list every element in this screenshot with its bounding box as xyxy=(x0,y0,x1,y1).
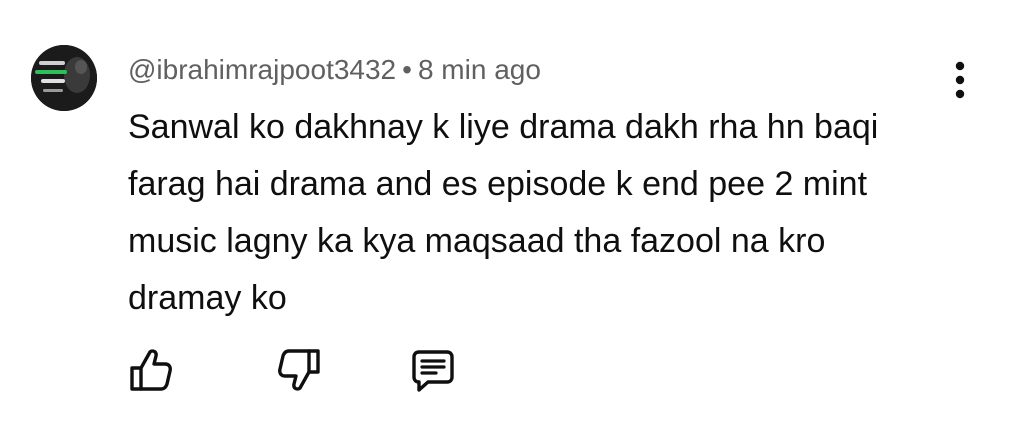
more-vertical-icon xyxy=(955,61,965,99)
like-button[interactable] xyxy=(128,346,174,394)
reply-comment-icon xyxy=(412,350,454,392)
comment-item: @ibrahimrajpoot3432 • 8 min ago Sanwal ko … xyxy=(0,0,1024,423)
avatar-image xyxy=(31,45,97,111)
thumbs-up-icon xyxy=(130,349,172,391)
reply-button[interactable] xyxy=(410,346,456,394)
author-name[interactable]: @ibrahimrajpoot3432 xyxy=(128,54,396,85)
comment-text: Sanwal ko dakhnay k liye drama dakh rha … xyxy=(128,108,879,317)
avatar[interactable] xyxy=(31,45,97,111)
more-options-button[interactable] xyxy=(942,58,978,102)
dislike-button[interactable] xyxy=(276,346,322,394)
meta-separator: • xyxy=(402,54,412,85)
thumbs-down-icon xyxy=(278,349,320,391)
comment-header: @ibrahimrajpoot3432 • 8 min ago xyxy=(128,52,541,88)
timestamp: 8 min ago xyxy=(417,54,541,85)
